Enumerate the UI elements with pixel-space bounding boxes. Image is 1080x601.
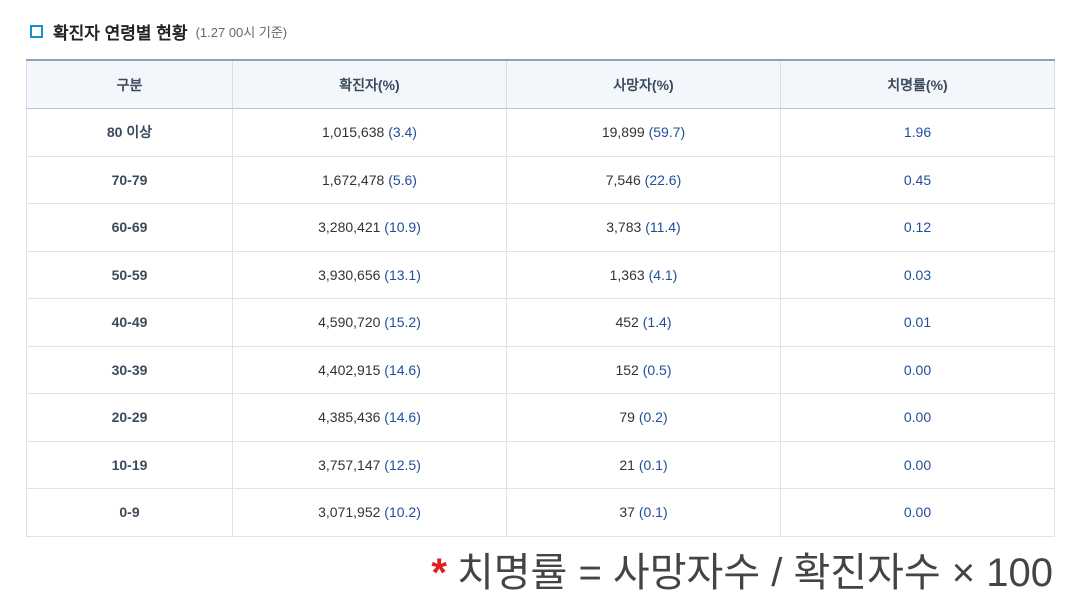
deaths-count: 37 — [619, 504, 635, 521]
cases-count: 3,071,952 — [318, 504, 381, 521]
cases-percent: (10.9) — [384, 219, 421, 236]
section-header: 확진자 연령별 현황 (1.27 00시 기준) — [30, 18, 287, 44]
deaths-count: 1,363 — [609, 266, 645, 283]
deaths-count: 19,899 — [601, 124, 645, 141]
cases-cell: 4,385,436 (14.6) — [232, 393, 507, 442]
cases-percent: (14.6) — [384, 409, 421, 426]
deaths-cell: 79 (0.2) — [506, 393, 781, 442]
cases-count: 3,280,421 — [318, 219, 381, 236]
reference-time: (1.27 00시 기준) — [195, 24, 288, 40]
deaths-percent: (59.7) — [648, 124, 686, 141]
table-row: 20-29 4,385,436 (14.6) 79 (0.2) 0.00 — [26, 393, 1055, 442]
cases-cell: 4,590,720 (15.2) — [232, 298, 507, 347]
table-row: 60-69 3,280,421 (10.9) 3,783 (11.4) 0.12 — [26, 203, 1055, 252]
cases-percent: (14.6) — [384, 361, 421, 378]
deaths-cell: 152 (0.5) — [506, 345, 781, 394]
cases-count: 4,402,915 — [318, 361, 381, 378]
cases-cell: 3,930,656 (13.1) — [232, 250, 507, 299]
footnote-marker: * — [431, 551, 447, 595]
footnote-formula: 치명률 = 사망자수 / 확진자수 × 100 — [456, 551, 1053, 595]
column-header-fatality-rate: 치명률(%) — [780, 59, 1055, 109]
cases-cell: 3,071,952 (10.2) — [232, 488, 507, 537]
fatality-rate-cell: 0.00 — [780, 488, 1055, 537]
table-row: 30-39 4,402,915 (14.6) 152 (0.5) 0.00 — [26, 345, 1055, 394]
deaths-cell: 21 (0.1) — [506, 440, 781, 489]
fatality-rate-cell: 0.00 — [780, 345, 1055, 394]
cases-percent: (13.1) — [384, 266, 421, 283]
deaths-cell: 3,783 (11.4) — [506, 203, 781, 252]
column-header-category: 구분 — [26, 59, 233, 109]
cases-percent: (12.5) — [384, 456, 421, 473]
fatality-rate-cell: 1.96 — [780, 108, 1055, 157]
cases-cell: 3,757,147 (12.5) — [232, 440, 507, 489]
deaths-cell: 7,546 (22.6) — [506, 155, 781, 204]
deaths-percent: (4.1) — [648, 266, 678, 283]
deaths-percent: (1.4) — [642, 314, 672, 331]
deaths-count: 79 — [619, 409, 635, 426]
cases-cell: 4,402,915 (14.6) — [232, 345, 507, 394]
deaths-percent: (11.4) — [645, 219, 681, 236]
table-row: 10-19 3,757,147 (12.5) 21 (0.1) 0.00 — [26, 440, 1055, 489]
square-bullet-icon — [30, 24, 43, 38]
age-group-cell: 20-29 — [26, 393, 233, 442]
deaths-count: 452 — [615, 314, 639, 331]
fatality-rate-cell: 0.00 — [780, 393, 1055, 442]
table-row: 40-49 4,590,720 (15.2) 452 (1.4) 0.01 — [26, 298, 1055, 347]
fatality-rate-cell: 0.12 — [780, 203, 1055, 252]
column-header-cases: 확진자(%) — [232, 59, 507, 109]
cases-count: 3,757,147 — [318, 456, 381, 473]
deaths-count: 7,546 — [605, 171, 641, 188]
cases-count: 4,590,720 — [318, 314, 381, 331]
deaths-percent: (0.1) — [638, 456, 668, 473]
fatality-rate-cell: 0.01 — [780, 298, 1055, 347]
cases-cell: 1,015,638 (3.4) — [232, 108, 507, 157]
table-header-row: 구분 확진자(%) 사망자(%) 치명률(%) — [26, 59, 1055, 109]
age-group-cell: 60-69 — [26, 203, 233, 252]
table-row: 0-9 3,071,952 (10.2) 37 (0.1) 0.00 — [26, 488, 1055, 537]
deaths-percent: (0.2) — [638, 409, 668, 426]
cases-percent: (15.2) — [384, 314, 421, 331]
cases-percent: (10.2) — [384, 504, 421, 521]
cases-cell: 1,672,478 (5.6) — [232, 155, 507, 204]
fatality-rate-cell: 0.45 — [780, 155, 1055, 204]
age-group-cell: 0-9 — [26, 488, 233, 537]
cases-percent: (5.6) — [388, 171, 417, 188]
deaths-cell: 19,899 (59.7) — [506, 108, 781, 157]
deaths-count: 21 — [619, 456, 635, 473]
deaths-percent: (22.6) — [644, 171, 682, 188]
cases-percent: (3.4) — [388, 124, 417, 141]
cases-count: 1,672,478 — [322, 171, 385, 188]
footnote: * 치명률 = 사망자수 / 확진자수 × 100 — [431, 546, 1053, 600]
deaths-count: 3,783 — [606, 219, 642, 236]
fatality-rate-cell: 0.03 — [780, 250, 1055, 299]
deaths-cell: 1,363 (4.1) — [506, 250, 781, 299]
deaths-count: 152 — [615, 361, 639, 378]
deaths-cell: 37 (0.1) — [506, 488, 781, 537]
cases-count: 3,930,656 — [318, 266, 381, 283]
deaths-percent: (0.5) — [642, 361, 672, 378]
age-group-cell: 80 이상 — [26, 108, 233, 157]
table-row: 50-59 3,930,656 (13.1) 1,363 (4.1) 0.03 — [26, 250, 1055, 299]
age-group-cell: 40-49 — [26, 298, 233, 347]
deaths-cell: 452 (1.4) — [506, 298, 781, 347]
deaths-percent: (0.1) — [638, 504, 668, 521]
cases-count: 4,385,436 — [318, 409, 381, 426]
column-header-deaths: 사망자(%) — [506, 59, 781, 109]
fatality-rate-cell: 0.00 — [780, 440, 1055, 489]
cases-count: 1,015,638 — [322, 124, 385, 141]
age-group-cell: 30-39 — [26, 345, 233, 394]
age-group-cell: 10-19 — [26, 440, 233, 489]
age-group-cell: 70-79 — [26, 155, 233, 204]
age-group-cell: 50-59 — [26, 250, 233, 299]
age-stats-table: 구분 확진자(%) 사망자(%) 치명률(%) 80 이상 1,015,638 (… — [26, 59, 1055, 537]
table-row: 70-79 1,672,478 (5.6) 7,546 (22.6) 0.45 — [26, 155, 1055, 204]
cases-cell: 3,280,421 (10.9) — [232, 203, 507, 252]
table-body: 80 이상 1,015,638 (3.4) 19,899 (59.7) 1.96 70-… — [26, 108, 1055, 537]
section-title: 확진자 연령별 현황 — [53, 23, 188, 43]
table-row: 80 이상 1,015,638 (3.4) 19,899 (59.7) 1.96 — [26, 108, 1055, 157]
